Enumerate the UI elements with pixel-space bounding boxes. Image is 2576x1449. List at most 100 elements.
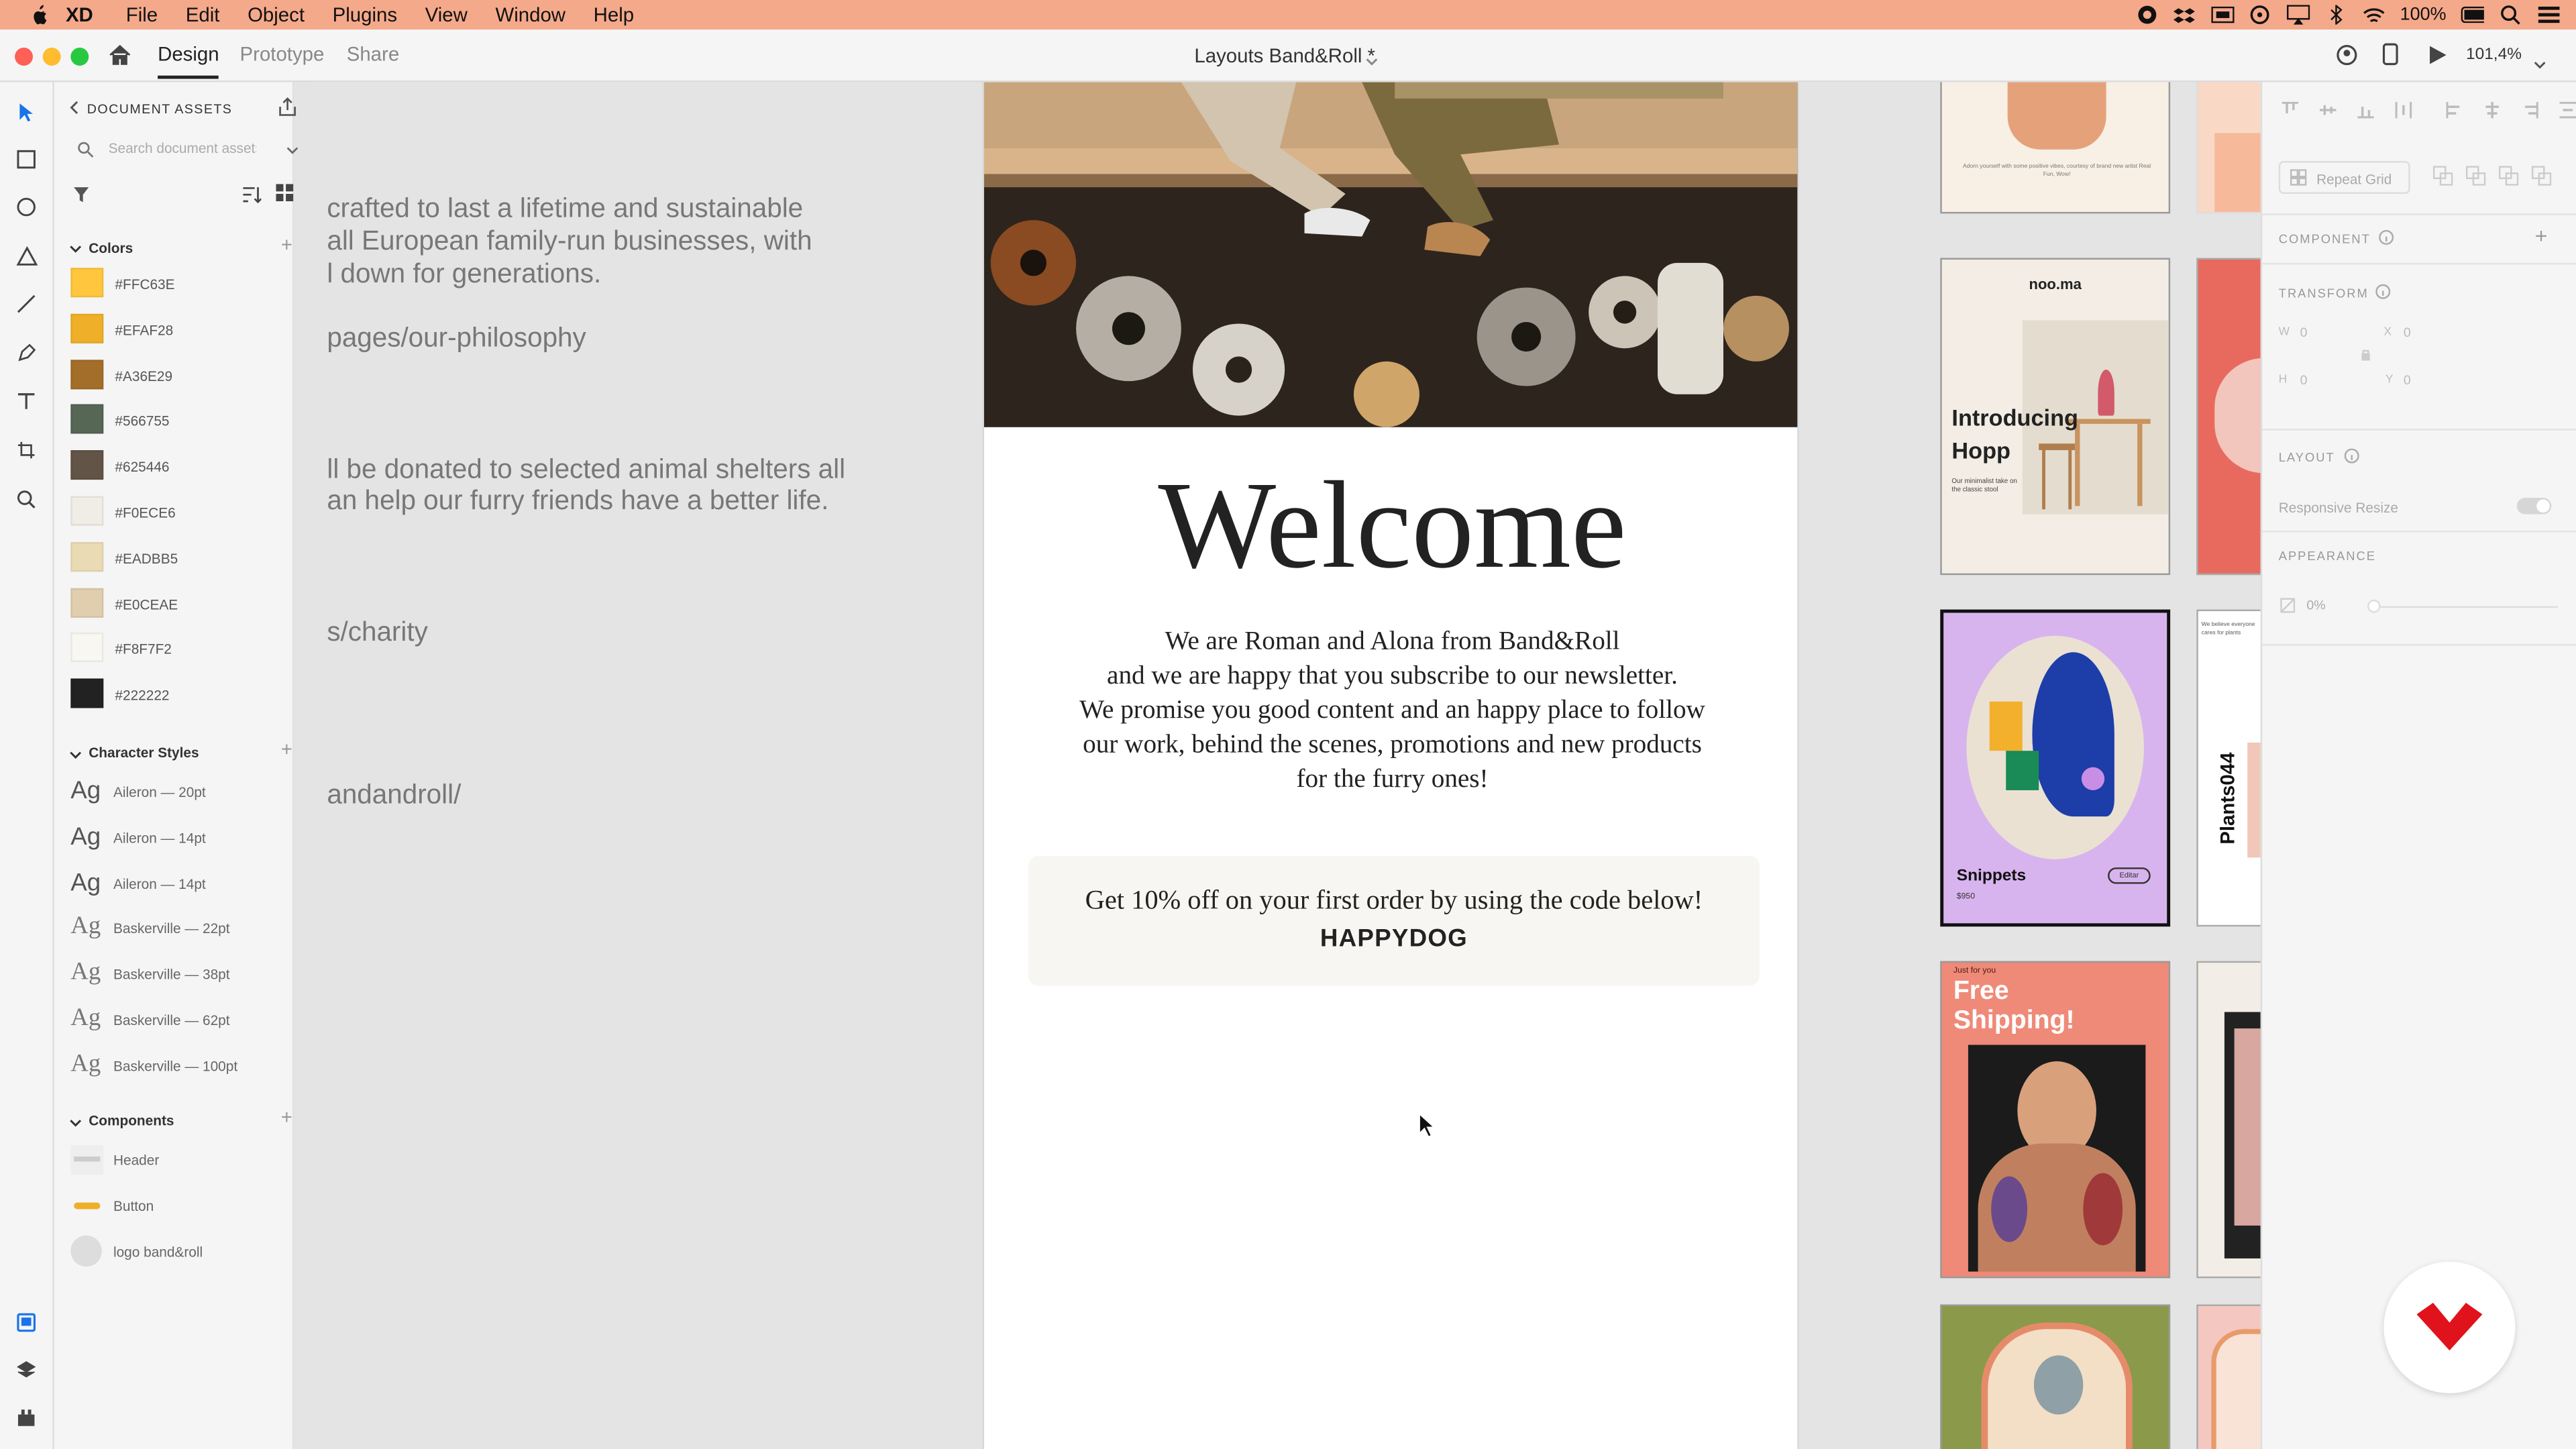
color-swatch[interactable] [70,405,104,435]
artboard-card-partial-red[interactable] [2196,258,2261,576]
character-style-label[interactable]: Aileron — 14pt [113,829,206,845]
screen-icon[interactable] [2211,5,2235,24]
user-icon[interactable] [2336,44,2357,74]
color-swatch-label[interactable]: #F8F7F2 [115,641,171,657]
assets-panel-icon[interactable] [11,1307,41,1337]
artboard-card-partial-pink[interactable] [2196,1304,2261,1449]
color-swatch[interactable] [70,359,104,389]
align-middle-icon[interactable] [2319,102,2337,118]
control-center-icon[interactable] [2536,5,2559,24]
menu-edit[interactable]: Edit [186,3,220,26]
hero-photo[interactable] [983,82,1798,427]
exclude-boolean-icon[interactable] [2531,166,2552,186]
color-swatch-label[interactable]: #625446 [115,459,169,475]
component-header[interactable]: Header [113,1152,159,1168]
artboard-card-tattoo-vibes[interactable]: Adorn yourself with some positive vibes,… [1940,82,2171,214]
align-right-icon[interactable] [2522,101,2538,119]
height-field[interactable]: 0 [2300,373,2308,388]
color-swatch-label[interactable]: #EFAF28 [115,322,173,338]
align-left-icon[interactable] [2446,101,2463,119]
color-swatch-label[interactable]: #E0CEAE [115,596,178,612]
color-swatch[interactable] [70,541,104,572]
character-style-label[interactable]: Baskerville — 22pt [113,920,230,936]
line-tool-icon[interactable] [11,289,41,319]
align-center-icon[interactable] [2484,101,2500,119]
pasteboard-text-line[interactable]: andandroll/ [327,780,461,812]
pasteboard-text-line[interactable]: ll be donated to selected animal shelter… [327,455,845,487]
character-style-preview[interactable]: Ag [70,914,101,943]
search-filter-chevron-icon[interactable] [286,143,299,159]
play-preview-icon[interactable] [2428,44,2448,74]
pasteboard-text-line[interactable]: pages/our-philosophy [327,323,586,356]
polygon-tool-icon[interactable] [11,241,41,271]
assets-search[interactable]: Search document assets [70,136,299,162]
width-field[interactable]: 0 [2300,325,2308,340]
color-swatch-label[interactable]: #FFC63E [115,276,174,292]
info-icon[interactable] [2344,448,2359,467]
info-icon[interactable] [2379,229,2394,248]
character-style-label[interactable]: Aileron — 20pt [113,784,206,800]
color-swatch[interactable] [70,268,104,298]
color-swatch-label[interactable]: #EADBB5 [115,550,178,566]
repeat-grid-button[interactable]: Repeat Grid [2278,161,2410,194]
airplay-icon[interactable] [2286,5,2310,25]
add-component-icon[interactable]: + [281,1106,292,1128]
zoom-chevron-icon[interactable] [2533,49,2546,78]
character-style-label[interactable]: Baskerville — 38pt [113,966,230,982]
zoom-level[interactable]: 101,4% [2466,46,2522,64]
character-style-preview[interactable]: Ag [70,960,101,988]
home-icon[interactable] [109,44,131,74]
align-bottom-icon[interactable] [2357,102,2374,119]
color-swatch-label[interactable]: #A36E29 [115,368,172,384]
character-styles-section-title[interactable]: Character Styles [89,744,199,760]
lock-aspect-icon[interactable] [2361,348,2371,364]
add-character-style-icon[interactable]: + [281,738,292,761]
menu-plugins[interactable]: Plugins [333,3,397,26]
window-minimize-button[interactable] [42,48,61,66]
artboard-card-plants044[interactable]: We believe everyone cares for plants Pla… [2196,609,2261,927]
character-style-label[interactable]: Baskerville — 100pt [113,1058,237,1074]
color-swatch-label[interactable]: #F0ECE6 [115,504,175,521]
align-top-icon[interactable] [2282,101,2299,118]
list-view-icon[interactable] [241,186,262,207]
intersect-boolean-icon[interactable] [2498,166,2519,186]
filter-icon[interactable] [72,186,91,207]
color-swatch-label[interactable]: #566755 [115,413,169,429]
distribute-vertical-icon[interactable] [2559,101,2576,119]
color-swatch[interactable] [70,678,104,708]
apple-icon[interactable] [26,3,49,26]
character-style-label[interactable]: Aileron — 14pt [113,875,206,891]
tab-prototype[interactable]: Prototype [240,43,325,66]
artboard-card-kodak[interactable] [2196,961,2261,1279]
artboard-card-free-shipping[interactable]: Just for you Free Shipping! [1940,961,2171,1279]
x-field[interactable]: 0 [2404,325,2411,340]
pen-tool-icon[interactable] [11,338,41,368]
component-thumb-logo[interactable] [70,1235,102,1267]
sync-icon[interactable] [2249,5,2271,25]
dropbox-icon[interactable] [2174,5,2196,24]
component-thumb-button[interactable] [70,1191,104,1221]
pasteboard-text-line[interactable]: crafted to last a lifetime and sustainab… [327,194,803,226]
document-title[interactable]: Layouts Band&Roll * [1194,44,1375,67]
intro-paragraph[interactable]: We are Roman and Alona from Band&Roll an… [984,625,1797,797]
device-preview-icon[interactable] [2382,43,2398,74]
color-swatch[interactable] [70,450,104,480]
add-color-icon[interactable]: + [281,233,292,256]
opacity-slider-handle[interactable] [2367,599,2381,613]
component-thumb-header[interactable] [70,1144,104,1175]
colors-section-title[interactable]: Colors [89,240,133,256]
character-style-preview[interactable]: Ag [70,1006,101,1034]
artboard-card-noo-ma[interactable]: noo.ma Introducing Hopp Our minimalist t… [1940,258,2171,576]
component-logo-bandroll[interactable]: logo band&roll [113,1244,203,1260]
pasteboard-text-line[interactable]: all European family-run businesses, with [327,227,812,259]
distribute-horizontal-icon[interactable] [2395,101,2412,119]
battery-icon[interactable] [2461,5,2484,24]
colors-collapse-chevron-icon[interactable] [69,241,83,258]
tab-share[interactable]: Share [347,43,399,66]
menu-object[interactable]: Object [248,3,305,26]
y-field[interactable]: 0 [2404,373,2411,388]
color-swatch[interactable] [70,313,104,343]
back-chevron-icon[interactable] [69,100,79,118]
creative-cloud-icon[interactable] [2135,5,2158,24]
promo-code-box[interactable]: Get 10% off on your first order by using… [1028,855,1760,986]
